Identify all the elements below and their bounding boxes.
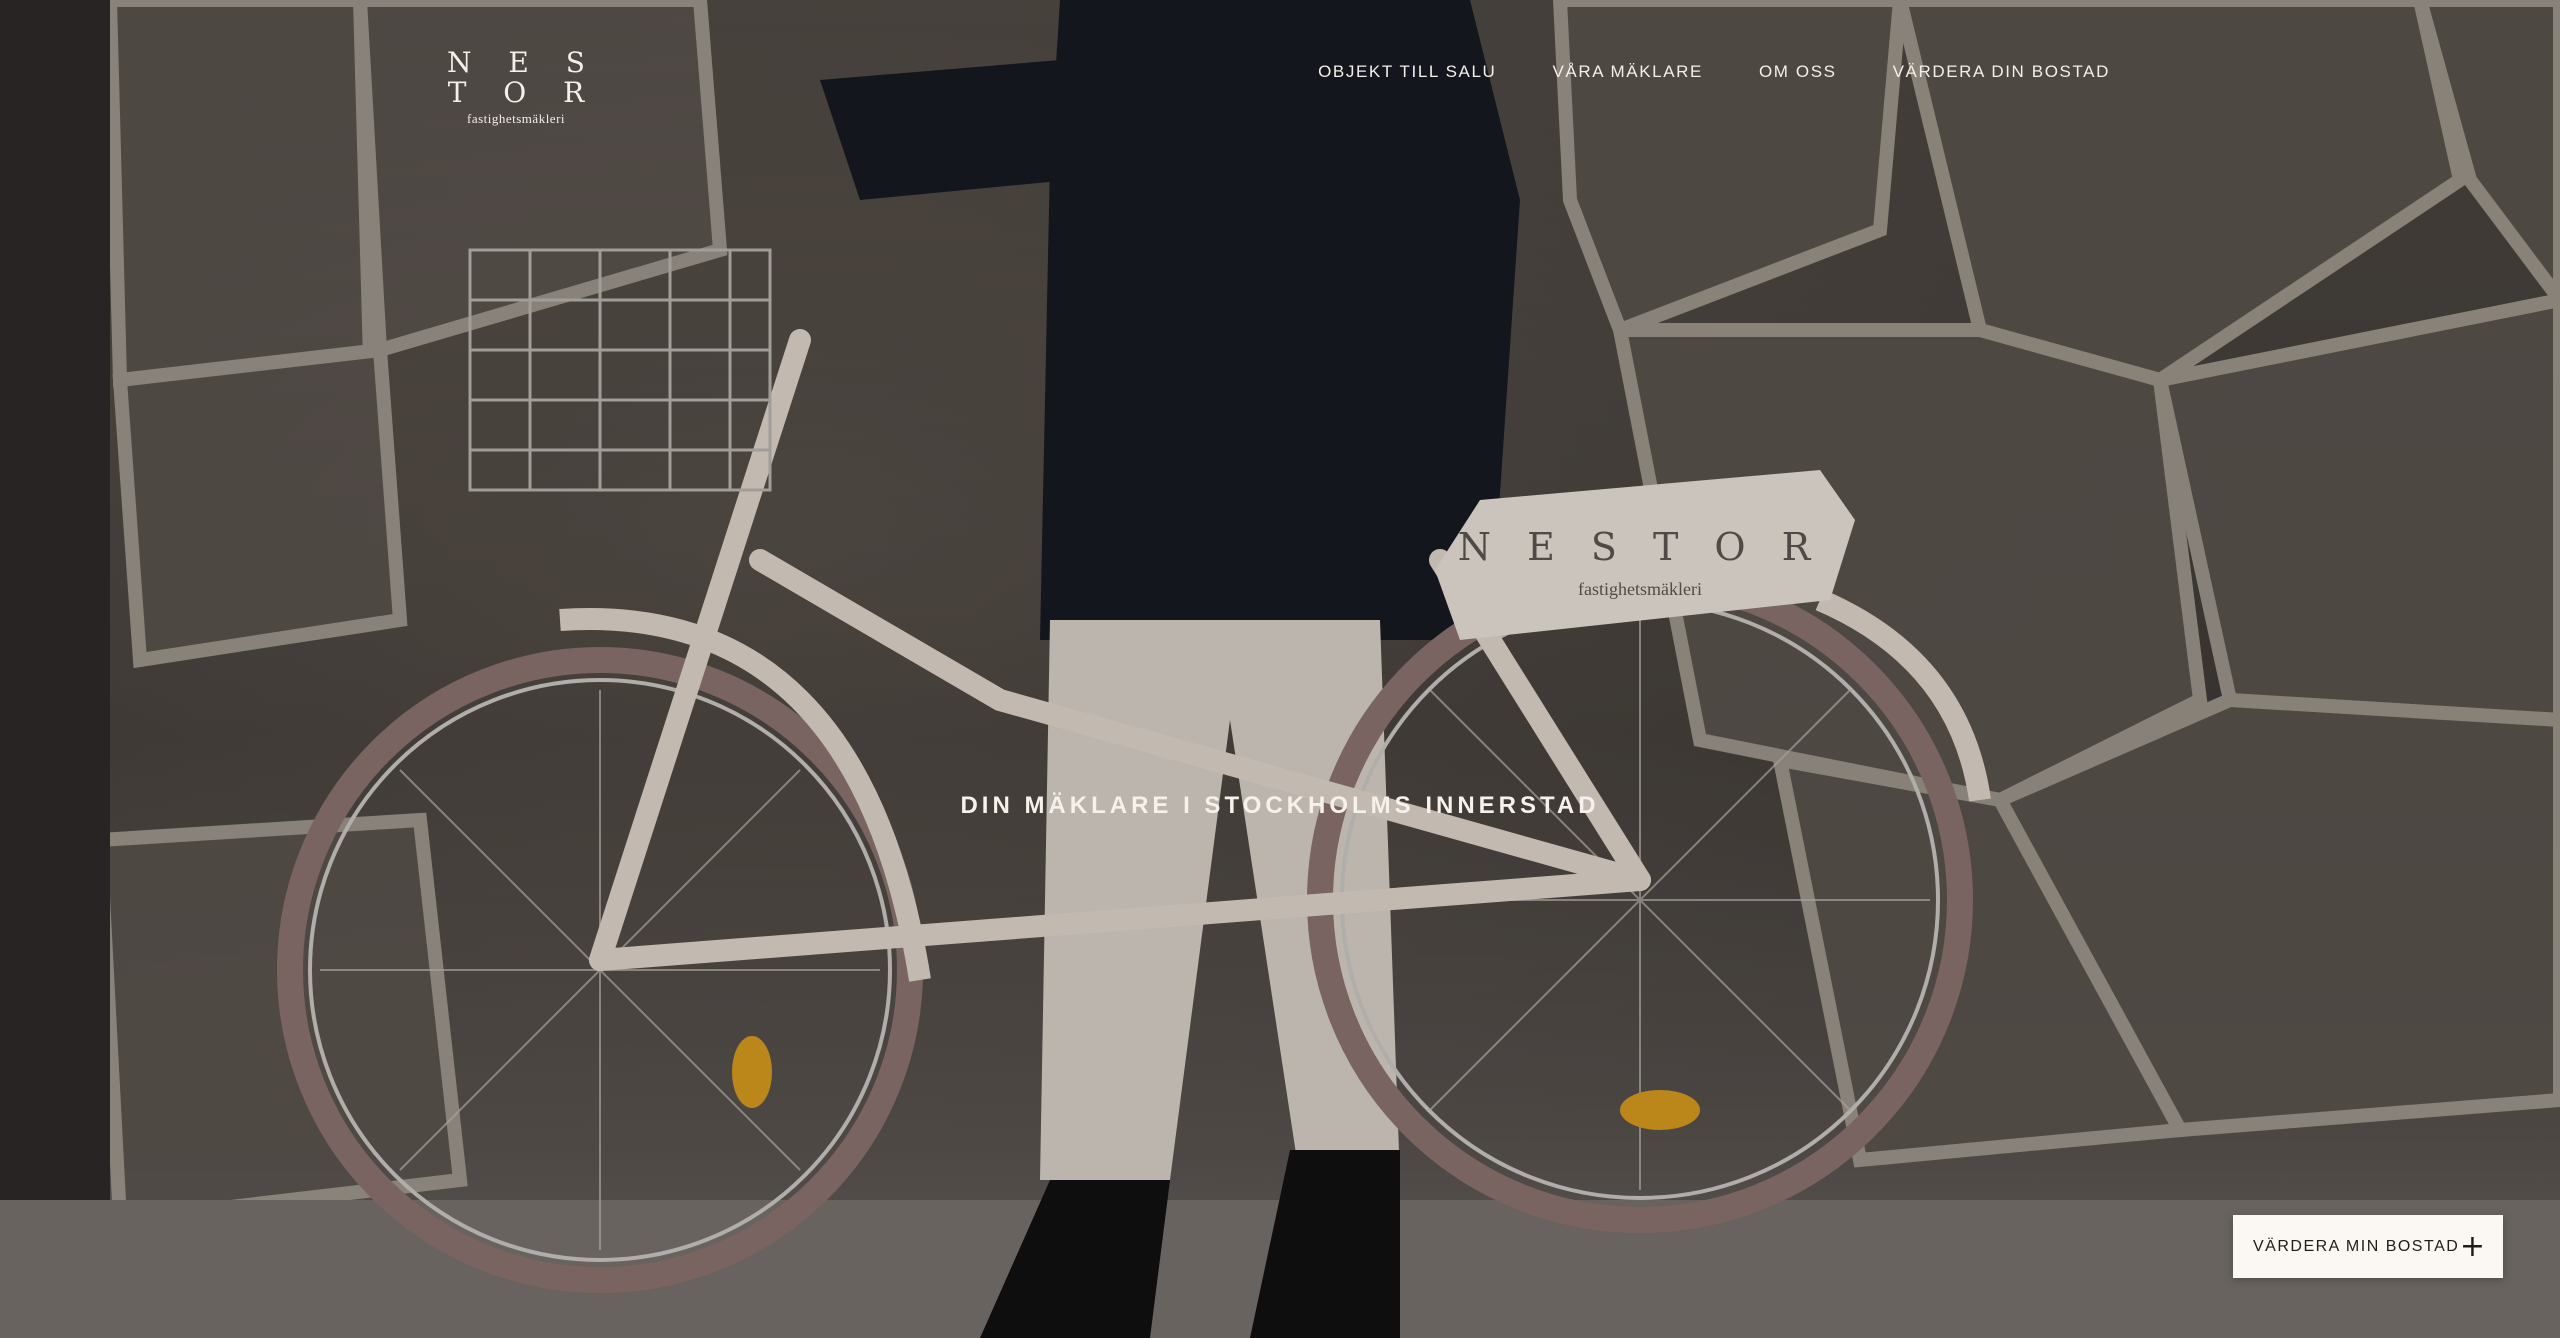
hero-background-image: N E S T O R fastighetsmäkleri (0, 0, 2560, 1338)
cta-label: VÄRDERA MIN BOSTAD (2253, 1237, 2460, 1255)
hero-section: N E S T O R fastighetsmäkleri N E S T O … (0, 0, 2560, 1338)
logo-subtitle: fastighetsmäkleri (466, 111, 566, 126)
nav-item-om-oss[interactable]: OM OSS (1759, 62, 1837, 82)
nav-item-vara-maklare[interactable]: VÅRA MÄKLARE (1552, 62, 1703, 82)
hero-tagline: DIN MÄKLARE I STOCKHOLMS INNERSTAD (960, 792, 1600, 819)
plus-icon: + (2459, 1228, 2485, 1264)
logo-wordmark: N E S T O R (447, 46, 599, 109)
nav-item-vardera-din-bostad[interactable]: VÄRDERA DIN BOSTAD (1893, 62, 2110, 82)
main-navigation: OBJEKT TILL SALU VÅRA MÄKLARE OM OSS VÄR… (1318, 62, 2110, 82)
nav-item-objekt-till-salu[interactable]: OBJEKT TILL SALU (1318, 62, 1496, 82)
brand-logo[interactable]: N E S T O R fastighetsmäkleri (424, 48, 608, 128)
vardera-min-bostad-button[interactable]: VÄRDERA MIN BOSTAD + (2233, 1215, 2503, 1278)
